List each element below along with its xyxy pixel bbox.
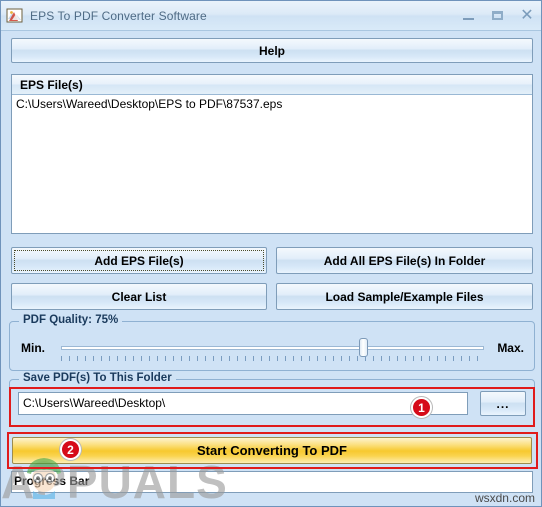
clear-list-button[interactable]: Clear List xyxy=(11,283,267,310)
app-image-icon xyxy=(6,7,24,25)
slider-max-label: Max. xyxy=(497,341,524,355)
column-header-eps-files: EPS File(s) xyxy=(20,77,83,92)
pdf-quality-legend: PDF Quality: 75% xyxy=(19,314,123,326)
add-all-eps-label: Add All EPS File(s) In Folder xyxy=(323,253,486,268)
save-folder-legend: Save PDF(s) To This Folder xyxy=(19,372,176,384)
maximize-icon[interactable] xyxy=(490,8,506,24)
start-converting-label: Start Converting To PDF xyxy=(197,443,347,458)
load-sample-files-button[interactable]: Load Sample/Example Files xyxy=(276,283,533,310)
help-button[interactable]: Help xyxy=(11,38,533,63)
quality-slider[interactable] xyxy=(61,335,484,363)
browse-folder-button[interactable]: ... xyxy=(480,391,526,416)
save-folder-input[interactable]: C:\Users\Wareed\Desktop\ xyxy=(18,392,468,415)
list-item[interactable]: C:\Users\Wareed\Desktop\EPS to PDF\87537… xyxy=(12,95,532,113)
load-sample-files-label: Load Sample/Example Files xyxy=(325,289,484,304)
add-all-eps-in-folder-button[interactable]: Add All EPS File(s) In Folder xyxy=(276,247,533,274)
close-icon[interactable]: ✕ xyxy=(519,8,535,24)
quality-slider-row: Min. Max. xyxy=(10,335,534,363)
start-converting-button[interactable]: Start Converting To PDF xyxy=(12,437,532,464)
annotation-badge-2: 2 xyxy=(60,439,81,460)
annotation-badge-1: 1 xyxy=(411,397,432,418)
list-header: EPS File(s) xyxy=(12,75,532,95)
browse-folder-label: ... xyxy=(496,396,510,411)
add-eps-files-label: Add EPS File(s) xyxy=(94,253,184,268)
slider-thumb[interactable] xyxy=(359,338,369,357)
help-button-label: Help xyxy=(258,43,285,58)
application-window: EPS To PDF Converter Software ✕ Help EPS… xyxy=(0,0,542,507)
window-title: EPS To PDF Converter Software xyxy=(30,8,207,23)
add-eps-files-button[interactable]: Add EPS File(s) xyxy=(11,247,267,274)
save-folder-group: Save PDF(s) To This Folder C:\Users\Ware… xyxy=(9,372,535,427)
slider-track[interactable] xyxy=(61,346,484,350)
slider-min-label: Min. xyxy=(21,341,45,355)
site-watermark: wsxdn.com xyxy=(474,491,535,505)
pdf-quality-group: PDF Quality: 75% Min. Max. xyxy=(9,314,535,371)
clear-list-label: Clear List xyxy=(111,289,167,304)
progress-bar-label: Progress Bar xyxy=(14,474,90,488)
eps-file-list[interactable]: EPS File(s) C:\Users\Wareed\Desktop\EPS … xyxy=(11,74,533,234)
window-controls: ✕ xyxy=(461,1,535,31)
minimize-icon[interactable] xyxy=(461,8,477,24)
slider-tick-marks xyxy=(61,356,484,361)
title-bar: EPS To PDF Converter Software ✕ xyxy=(1,1,541,31)
